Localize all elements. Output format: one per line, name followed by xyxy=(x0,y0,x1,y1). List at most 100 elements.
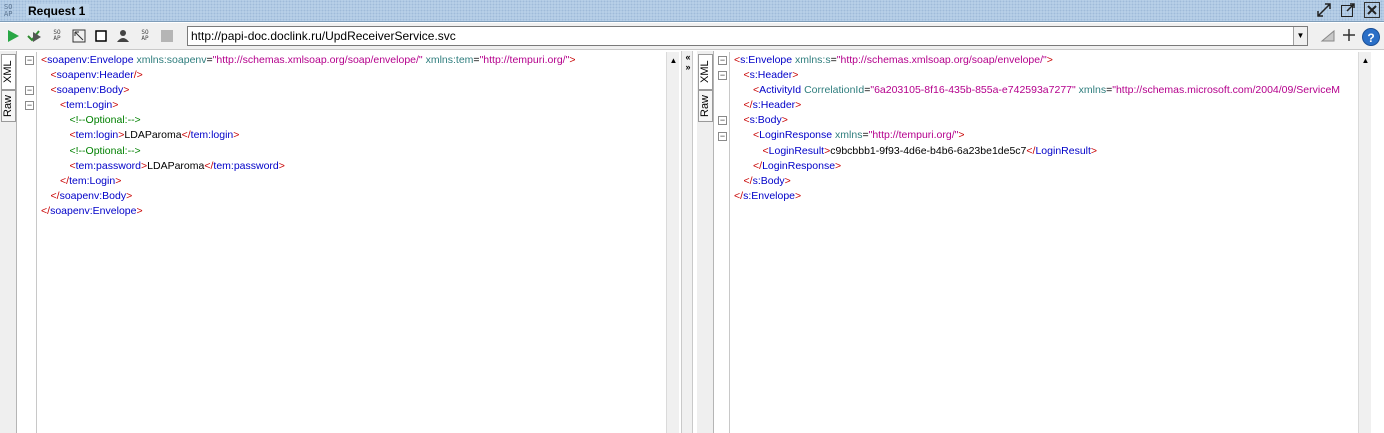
xml-token: > xyxy=(278,159,285,172)
xml-line: <!--Optional:--> xyxy=(41,144,666,159)
fold-toggle-icon[interactable]: − xyxy=(25,86,34,96)
xml-token: > xyxy=(958,129,965,142)
xml-token: "6a203105-8f16-435b-855a-e742593a7277" xyxy=(870,84,1076,97)
user-icon[interactable] xyxy=(114,27,132,45)
xml-line: <soapenv:Body> xyxy=(41,83,666,98)
xml-line: <!--Optional:--> xyxy=(41,113,666,128)
request-xml-content[interactable]: <soapenv:Envelope xmlns:soapenv="http://… xyxy=(41,52,666,219)
maximize-icon[interactable] xyxy=(1340,2,1356,18)
xml-line: </tem:Login> xyxy=(41,174,666,189)
fold-toggle-icon[interactable]: − xyxy=(718,131,727,141)
xml-token: </ xyxy=(743,99,753,112)
collapse-right-icon[interactable]: » xyxy=(683,63,693,72)
xml-line: <s:Header> xyxy=(734,68,1358,83)
xml-token: s:Header xyxy=(752,99,796,112)
xml-line: <tem:password>LDAParoma</tem:password> xyxy=(41,159,666,174)
xml-token: > xyxy=(136,204,143,217)
scroll-up-icon[interactable]: ▲ xyxy=(1360,55,1371,66)
run-icon[interactable] xyxy=(4,27,22,45)
request-fold-gutter: − − − xyxy=(23,52,37,433)
response-scrollbar[interactable]: ▲ xyxy=(1358,52,1371,433)
xml-token: /> xyxy=(133,69,143,82)
panel-splitter[interactable]: « » xyxy=(681,51,693,433)
xml-line: <soapenv:Header/> xyxy=(41,68,666,83)
settings-icon[interactable] xyxy=(1320,27,1336,46)
xml-token: > xyxy=(115,174,122,187)
xml-line: <s:Envelope xmlns:s="http://schemas.xmls… xyxy=(734,53,1358,68)
xml-token: LDAParoma xyxy=(147,159,205,172)
collapse-left-icon[interactable]: « xyxy=(683,53,693,62)
tab-response-xml[interactable]: XML xyxy=(698,54,713,90)
xml-token: xmlns xyxy=(835,129,863,142)
chevron-down-icon[interactable]: ▼ xyxy=(1293,27,1307,45)
title-bar: SO AP Request 1 xyxy=(0,0,1384,22)
xml-token: "http://tempuri.org/" xyxy=(479,54,570,66)
xml-line: </s:Header> xyxy=(734,98,1358,113)
square-icon[interactable] xyxy=(92,27,110,45)
soap-icon[interactable]: SO AP xyxy=(48,27,66,45)
tab-request-raw[interactable]: Raw xyxy=(1,90,16,122)
soap-logo-icon: SO AP xyxy=(4,3,20,19)
add-icon[interactable] xyxy=(1342,28,1356,45)
xml-token: s:Body xyxy=(749,114,782,127)
validate-icon[interactable] xyxy=(26,27,44,45)
xml-token: > xyxy=(1046,54,1053,66)
xml-token: soapenv:Envelope xyxy=(47,54,134,66)
xml-token: > xyxy=(112,99,119,112)
tab-request-xml[interactable]: XML xyxy=(1,54,16,90)
tab-response-raw[interactable]: Raw xyxy=(698,90,713,122)
xml-token: "http://schemas.xmlsoap.org/soap/envelop… xyxy=(212,54,423,66)
help-icon[interactable]: ? xyxy=(1362,27,1380,46)
xml-token: LoginResponse xyxy=(759,129,833,142)
expand-icon[interactable] xyxy=(70,27,88,45)
xml-line: </s:Envelope> xyxy=(734,189,1358,204)
xml-token: CorrelationId xyxy=(804,84,865,97)
xml-token: ActivityId xyxy=(759,84,802,97)
fold-toggle-icon[interactable]: − xyxy=(718,56,727,65)
detach-icon[interactable] xyxy=(1316,2,1332,18)
xml-token: > xyxy=(569,54,576,66)
response-xml-content[interactable]: <s:Envelope xmlns:s="http://schemas.xmls… xyxy=(734,52,1358,204)
fold-toggle-icon[interactable]: − xyxy=(718,71,727,81)
xml-token: xmlns:s xyxy=(795,54,831,66)
stop-icon[interactable] xyxy=(158,27,176,45)
response-fold-gutter: − − − − xyxy=(716,52,730,433)
soap-icon-2[interactable]: SO AP xyxy=(136,27,154,45)
fold-toggle-icon[interactable]: − xyxy=(25,101,34,111)
xml-line: </LoginResponse> xyxy=(734,159,1358,174)
fold-toggle-icon[interactable]: − xyxy=(718,116,727,126)
xml-token: tem:password xyxy=(213,159,279,172)
request-editor[interactable]: − − − <soapenv:Envelope xmlns:soapenv="htt… xyxy=(23,52,666,433)
xml-token: </ xyxy=(743,174,753,187)
xml-token: soapenv:Header xyxy=(56,69,134,82)
xml-token: "http://schemas.microsoft.com/2004/09/Se… xyxy=(1112,84,1341,97)
xml-token: </ xyxy=(181,129,191,142)
xml-line: <s:Body> xyxy=(734,113,1358,128)
xml-token: LoginResult xyxy=(768,144,825,157)
xml-token: <!--Optional:--> xyxy=(69,114,141,127)
endpoint-url-input[interactable] xyxy=(188,27,1288,45)
window-controls xyxy=(1316,2,1380,18)
xml-token: > xyxy=(784,174,791,187)
request-view-tabs: XML Raw xyxy=(0,51,17,433)
fold-toggle-icon[interactable]: − xyxy=(25,56,34,65)
xml-token: > xyxy=(795,189,802,202)
xml-token: xmlns xyxy=(1078,84,1107,97)
response-view-tabs: XML Raw xyxy=(697,51,714,433)
xml-line: <tem:Login> xyxy=(41,98,666,113)
xml-token: </ xyxy=(734,189,744,202)
response-editor[interactable]: − − − − <s:Envelope xmlns:s="http://schemas… xyxy=(716,52,1358,433)
xml-token: "http://tempuri.org/" xyxy=(868,129,959,142)
toolbar-right-group: ? xyxy=(1320,27,1380,46)
request-scrollbar[interactable]: ▲ xyxy=(666,52,679,433)
endpoint-url-box[interactable]: ▼ xyxy=(187,26,1308,46)
xml-line: <soapenv:Envelope xmlns:soapenv="http://… xyxy=(41,53,666,68)
xml-token: tem:Login xyxy=(69,174,116,187)
xml-token: tem:login xyxy=(75,129,119,142)
xml-token: > xyxy=(1090,144,1098,157)
xml-token: </ xyxy=(41,204,51,217)
close-icon[interactable] xyxy=(1364,2,1380,18)
xml-line: <tem:login>LDAParoma</tem:login> xyxy=(41,128,666,143)
scroll-up-icon[interactable]: ▲ xyxy=(668,55,679,66)
xml-token: s:Body xyxy=(752,174,785,187)
